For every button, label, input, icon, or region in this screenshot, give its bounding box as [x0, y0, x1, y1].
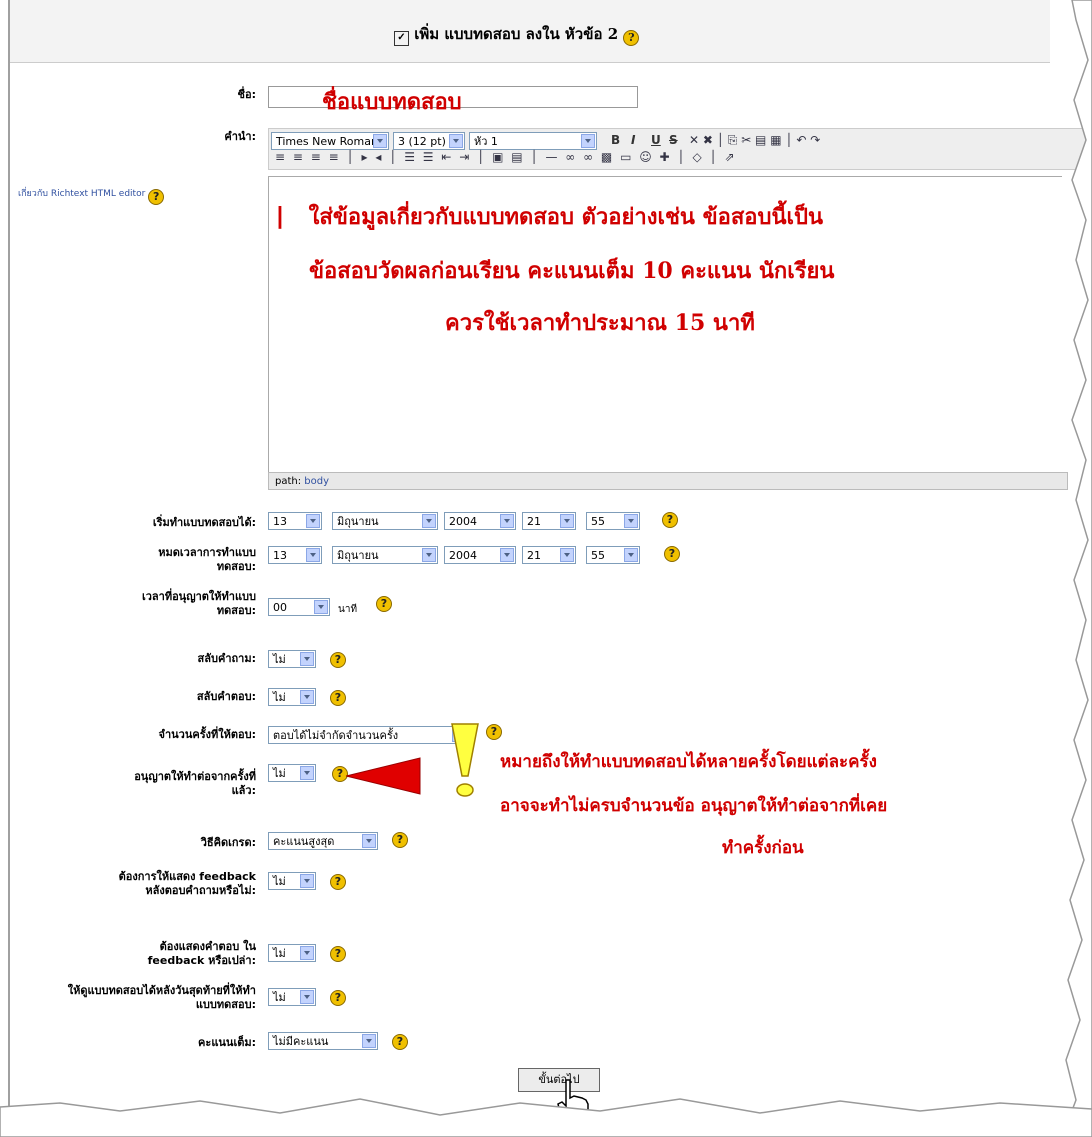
grading-label: วิธีคิดเกรด:: [200, 836, 256, 849]
warning-exclamation-icon: [451, 723, 479, 797]
toolbar-icons[interactable]: ✕ ✖ │ ⎘ ✂ ▤ ▦ │ ↶ ↷: [689, 133, 820, 148]
name-label: ชื่อ:: [237, 88, 256, 101]
help-icon[interactable]: ?: [330, 652, 346, 668]
style-select[interactable]: หัว 1: [469, 132, 597, 150]
torn-edge-right: [1061, 0, 1092, 1137]
richtext-help-link[interactable]: เกี่ยวกับ Richtext HTML editor ?: [18, 186, 165, 205]
editor-line-1: ⎸ ใส่ข้อมูลเกี่ยวกับแบบทดสอบ ตัวอย่างเช่…: [279, 204, 824, 230]
shuffle-answers-label: สลับคำตอบ:: [196, 690, 256, 703]
annotation-line-2: อาจจะทำไม่ครบจำนวนข้อ อนุญาตให้ทำต่อจากท…: [500, 796, 888, 816]
form-header: ✓ เพิ่ม แบบทดสอบ ลงใน หัวข้อ 2 ?: [10, 0, 1050, 63]
open-date-label: เริ่มทำแบบทดสอบได้:: [152, 516, 256, 529]
grading-select[interactable]: คะแนนสูงสุด: [268, 832, 378, 850]
shuffle-questions-label: สลับคำถาม:: [197, 652, 256, 665]
review-select[interactable]: ไม่: [268, 988, 316, 1006]
help-icon[interactable]: ?: [148, 189, 165, 205]
time-limit-label: เวลาที่อนุญาตให้ทำแบบทดสอบ:: [141, 590, 256, 617]
max-grade-select[interactable]: ไม่มีคะแนน: [268, 1032, 378, 1050]
editor-line-3: ควรใช้เวลาทำประมาณ 15 นาที: [445, 310, 755, 336]
help-icon[interactable]: ?: [623, 30, 640, 46]
toolbar-row2-icons[interactable]: ≡ ≡ ≡ ≡ │ ▸ ◂ │ ☰ ☰ ⇤ ⇥ │ ▣ ▤ │ — ∞ ∞ ▩ …: [275, 150, 737, 164]
attempts-label: จำนวนครั้งที่ให้ตอบ:: [158, 728, 256, 741]
help-icon[interactable]: ?: [392, 1034, 408, 1050]
shuffle-questions-select[interactable]: ไม่: [268, 650, 316, 668]
strike-button[interactable]: S: [669, 133, 678, 147]
annotation-line-1: หมายถึงให้ทำแบบทดสอบได้หลายครั้งโดยแต่ละ…: [500, 752, 877, 772]
feedback-select[interactable]: ไม่: [268, 872, 316, 890]
editor-toolbar: Times New Roman 3 (12 pt) หัว 1 B I U S …: [268, 128, 1090, 170]
help-icon[interactable]: ?: [330, 990, 346, 1006]
underline-button[interactable]: U: [651, 133, 661, 147]
help-icon[interactable]: ?: [330, 874, 346, 890]
time-limit-unit: นาที: [338, 604, 358, 615]
max-grade-label: คะแนนเต็ม:: [198, 1036, 256, 1049]
attempts-select[interactable]: ตอบได้ไม่จำกัดจำนวนครั้ง: [268, 726, 468, 744]
close-minute-select[interactable]: 55: [586, 546, 640, 564]
open-year-select[interactable]: 2004: [444, 512, 516, 530]
red-arrow-icon: [346, 757, 421, 795]
close-hour-select[interactable]: 21: [522, 546, 576, 564]
shuffle-answers-select[interactable]: ไม่: [268, 688, 316, 706]
help-icon[interactable]: ?: [486, 724, 502, 740]
open-minute-select[interactable]: 55: [586, 512, 640, 530]
bold-button[interactable]: B: [611, 133, 620, 147]
show-answers-label: ต้องแสดงคำตอบ ใน feedback หรือเปล่า:: [147, 940, 256, 967]
close-day-select[interactable]: 13: [268, 546, 322, 564]
each-attempt-select[interactable]: ไม่: [268, 764, 316, 782]
close-month-select[interactable]: มิถุนายน: [332, 546, 438, 564]
open-hour-select[interactable]: 21: [522, 512, 576, 530]
help-icon[interactable]: ?: [376, 596, 392, 612]
help-icon[interactable]: ?: [664, 546, 680, 562]
review-label: ให้ดูแบบทดสอบได้หลังวันสุดท้ายที่ให้ทำแบ…: [67, 984, 256, 1011]
editor-area[interactable]: ⎸ ใส่ข้อมูลเกี่ยวกับแบบทดสอบ ตัวอย่างเช่…: [268, 176, 914, 474]
torn-edge-bottom: [0, 1098, 1092, 1137]
close-year-select[interactable]: 2004: [444, 546, 516, 564]
checkbox-icon: ✓: [394, 31, 409, 46]
close-date-label: หมดเวลาการทำแบบทดสอบ:: [158, 546, 256, 573]
editor-line-2: ข้อสอบวัดผลก่อนเรียน คะแนนเต็ม 10 คะแนน …: [309, 258, 835, 284]
open-day-select[interactable]: 13: [268, 512, 322, 530]
intro-label: คำนำ:: [224, 130, 256, 143]
help-icon[interactable]: ?: [330, 946, 346, 962]
each-attempt-label: อนุญาตให้ทำต่อจากครั้งที่แล้ว:: [134, 770, 256, 797]
font-select[interactable]: Times New Roman: [271, 132, 389, 150]
name-value: ชื่อแบบทดสอบ: [322, 89, 462, 115]
editor-path-bar: path: body: [268, 472, 1068, 490]
feedback-label: ต้องการให้แสดง feedback หลังตอบคำถามหรือ…: [118, 870, 256, 897]
annotation-line-3: ทำครั้งก่อน: [722, 838, 804, 858]
size-select[interactable]: 3 (12 pt): [393, 132, 465, 150]
page-title: ✓ เพิ่ม แบบทดสอบ ลงใน หัวข้อ 2 ?: [394, 22, 640, 46]
italic-button[interactable]: I: [631, 133, 635, 147]
help-icon[interactable]: ?: [330, 690, 346, 706]
show-answers-select[interactable]: ไม่: [268, 944, 316, 962]
open-month-select[interactable]: มิถุนายน: [332, 512, 438, 530]
help-icon[interactable]: ?: [662, 512, 678, 528]
help-icon[interactable]: ?: [392, 832, 408, 848]
time-limit-select[interactable]: 00: [268, 598, 330, 616]
